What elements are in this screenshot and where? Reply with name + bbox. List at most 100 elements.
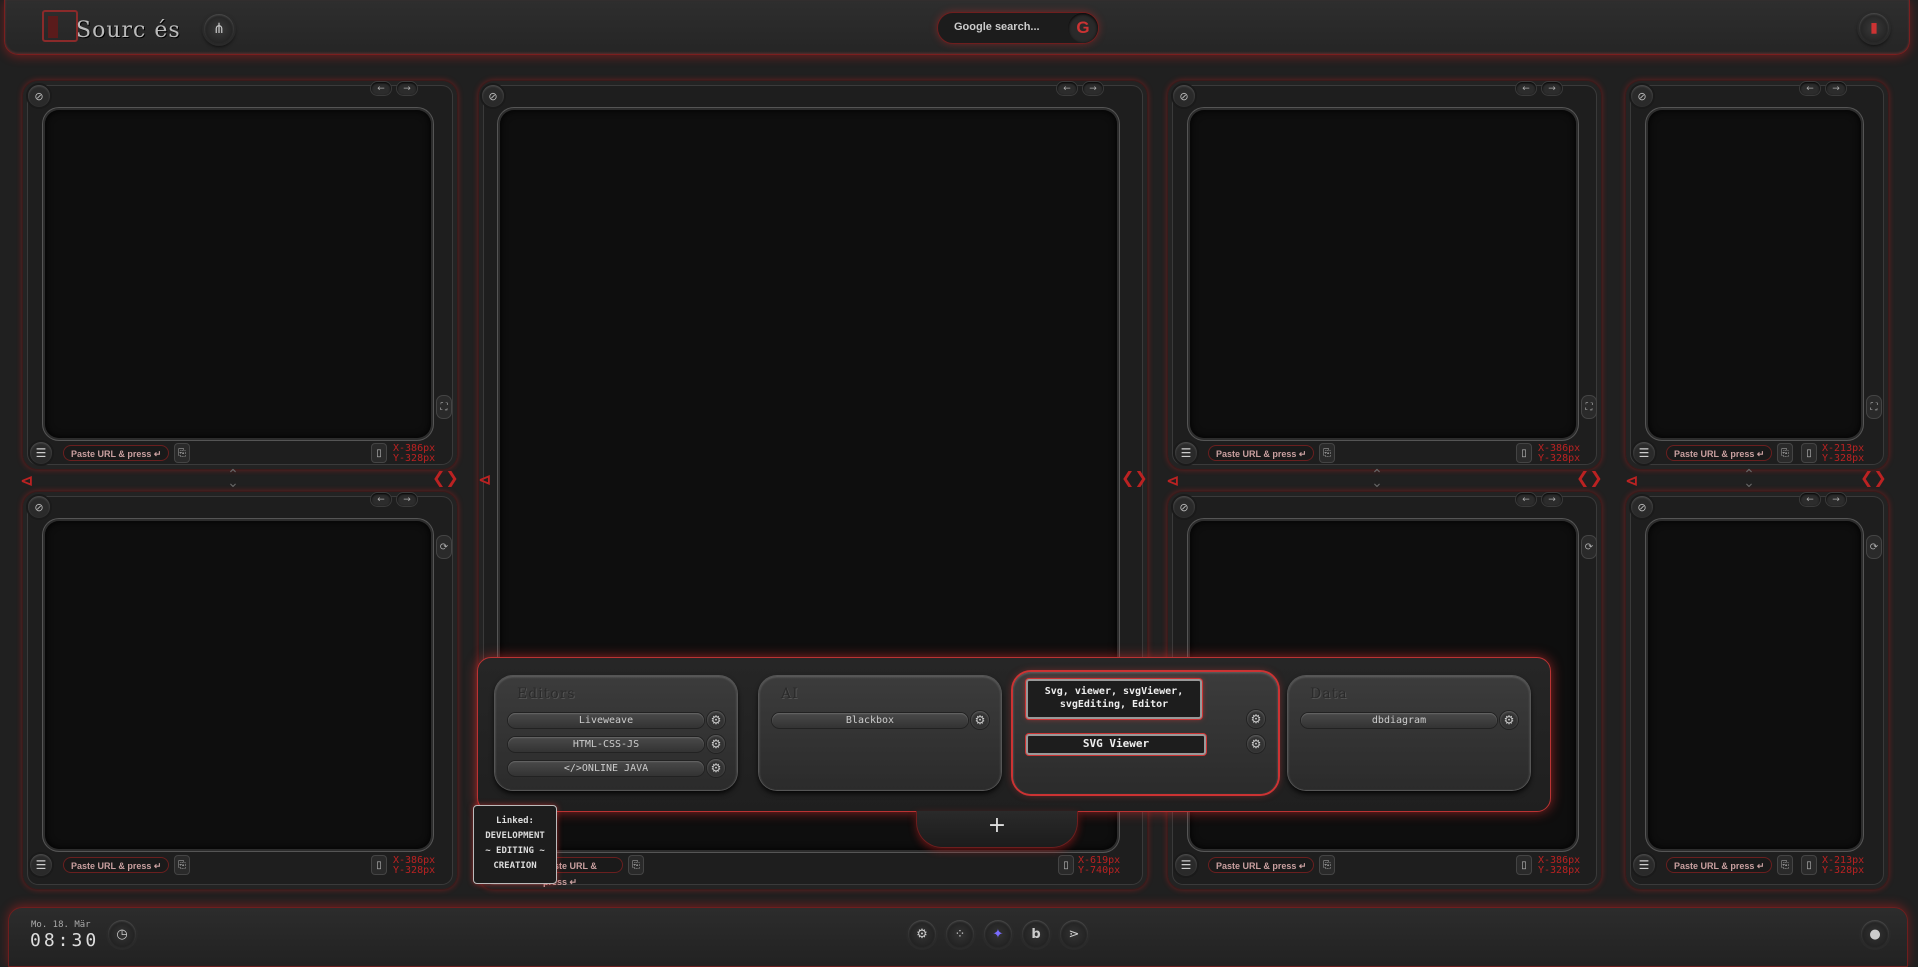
url-input[interactable]: Paste URL & press ↵	[1208, 445, 1315, 461]
panel-screen[interactable]	[1190, 110, 1576, 438]
panel-screen[interactable]	[45, 521, 431, 849]
eye-slash-icon[interactable]: ⊘	[1631, 85, 1653, 107]
clipboard-icon[interactable]: ⎘	[175, 856, 189, 874]
collapse-left-icon[interactable]: ⊲	[20, 471, 33, 490]
bookmark-slot-icon[interactable]: ▯	[1059, 856, 1073, 874]
gear-icon[interactable]: ⚙	[1247, 710, 1265, 728]
gemini-sparkle-icon[interactable]: ✦	[984, 920, 1012, 948]
eye-slash-icon[interactable]: ⊘	[28, 85, 50, 107]
menu-icon[interactable]: ☰	[1175, 854, 1197, 876]
back-icon[interactable]: ←	[1516, 82, 1536, 95]
bookmark-slot-icon[interactable]: ▯	[1517, 856, 1531, 874]
back-icon[interactable]: ←	[371, 493, 391, 506]
panel-screen[interactable]	[1648, 110, 1861, 438]
bookmark-slot-icon[interactable]: ▯	[1517, 444, 1531, 462]
search-input[interactable]	[952, 20, 1064, 34]
link-blackbox[interactable]: Blackbox	[772, 713, 968, 728]
bookmark-slot-icon[interactable]: ▯	[372, 444, 386, 462]
refresh-icon[interactable]: ⟳	[1582, 536, 1596, 558]
bing-icon[interactable]: b	[1022, 920, 1050, 948]
refresh-icon[interactable]: ⟳	[437, 536, 451, 558]
link-svg-viewer[interactable]: SVG Viewer	[1026, 734, 1206, 755]
coords-readout: X-386px Y-328px	[1538, 855, 1581, 876]
menu-icon[interactable]: ☰	[1175, 442, 1197, 464]
back-icon[interactable]: ←	[1800, 82, 1820, 95]
brand-title: Sourc és	[76, 18, 181, 43]
collapse-left-icon[interactable]: ⊲	[1625, 471, 1638, 490]
menu-icon[interactable]: ☰	[30, 442, 52, 464]
eye-slash-icon[interactable]: ⊘	[482, 85, 504, 107]
resize-vertical-icon[interactable]: ⌃ ⌄	[1734, 468, 1764, 490]
add-bookmark-button[interactable]: +	[916, 811, 1078, 848]
panel-screen[interactable]	[45, 110, 431, 438]
resize-vertical-icon[interactable]: ⌃ ⌄	[218, 468, 248, 490]
link-html-css-js[interactable]: HTML-CSS-JS	[508, 737, 704, 752]
refresh-icon[interactable]: ⟳	[1867, 536, 1881, 558]
bookmark-slot-icon[interactable]: ▯	[372, 856, 386, 874]
clipboard-icon[interactable]: ⎘	[1778, 444, 1792, 462]
clipboard-icon[interactable]: ⎘	[1320, 856, 1334, 874]
bookmark-icon[interactable]: ▮	[1859, 13, 1889, 43]
forward-icon[interactable]: →	[1083, 82, 1103, 95]
resize-horizontal-icon[interactable]: ❮❯	[1121, 468, 1148, 487]
forward-icon[interactable]: →	[397, 493, 417, 506]
resize-horizontal-icon[interactable]: ❮❯	[432, 468, 459, 487]
panel-screen[interactable]	[1648, 521, 1861, 849]
gear-icon[interactable]: ⚙	[971, 711, 989, 729]
bookmark-slot-icon[interactable]: ▯	[1802, 856, 1816, 874]
collapse-left-icon[interactable]: ⊲	[478, 470, 491, 489]
clipboard-icon[interactable]: ⎘	[1320, 444, 1334, 462]
url-input[interactable]: Paste URL & press ↵	[1666, 445, 1773, 461]
eye-slash-icon[interactable]: ⊘	[28, 496, 50, 518]
forward-icon[interactable]: →	[1826, 493, 1846, 506]
collapse-left-icon[interactable]: ⊲	[1166, 471, 1179, 490]
back-icon[interactable]: ←	[1516, 493, 1536, 506]
resize-vertical-icon[interactable]: ⌃ ⌄	[1362, 468, 1392, 490]
back-icon[interactable]: ←	[1800, 493, 1820, 506]
menu-icon[interactable]: ☰	[1633, 442, 1655, 464]
nav-arrows: ← →	[1800, 82, 1846, 95]
link-liveweave[interactable]: Liveweave	[508, 713, 704, 728]
eye-slash-icon[interactable]: ⊘	[1173, 496, 1195, 518]
share-node-icon[interactable]: ⋗	[1060, 920, 1088, 948]
menu-icon[interactable]: ☰	[30, 854, 52, 876]
bookmark-slot-icon[interactable]: ▯	[1802, 444, 1816, 462]
gear-icon[interactable]: ⚙	[707, 759, 725, 777]
forward-icon[interactable]: →	[1826, 82, 1846, 95]
expand-icon[interactable]: ⛶	[1867, 396, 1881, 418]
clipboard-icon[interactable]: ⎘	[175, 444, 189, 462]
linked-tooltip: Linked: DEVELOPMENT ~ EDITING ~ CREATION	[473, 805, 557, 884]
github-icon[interactable]: ●	[1861, 920, 1889, 948]
expand-icon[interactable]: ⛶	[1582, 396, 1596, 418]
link-dbdiagram[interactable]: dbdiagram	[1301, 713, 1497, 728]
clipboard-icon[interactable]: ⎘	[1778, 856, 1792, 874]
url-input[interactable]: Paste URL & press ↵	[63, 857, 170, 873]
gear-icon[interactable]: ⚙	[707, 711, 725, 729]
forward-icon[interactable]: →	[1542, 82, 1562, 95]
back-icon[interactable]: ←	[371, 82, 391, 95]
expand-icon[interactable]: ⛶	[437, 396, 451, 418]
menu-icon[interactable]: ☰	[1633, 854, 1655, 876]
forward-icon[interactable]: →	[1542, 493, 1562, 506]
clipboard-icon[interactable]: ⎘	[629, 856, 643, 874]
url-input[interactable]: Paste URL & press ↵	[1208, 857, 1315, 873]
sitemap-icon[interactable]: ⋔	[204, 14, 234, 44]
eye-slash-icon[interactable]: ⊘	[1173, 85, 1195, 107]
openai-icon[interactable]: ⚙	[908, 920, 936, 948]
forward-icon[interactable]: →	[397, 82, 417, 95]
resize-horizontal-icon[interactable]: ❮❯	[1576, 468, 1603, 487]
resize-horizontal-icon[interactable]: ❮❯	[1860, 468, 1887, 487]
eye-slash-icon[interactable]: ⊘	[1631, 496, 1653, 518]
timer-icon[interactable]: ◷	[108, 920, 136, 948]
back-icon[interactable]: ←	[1057, 82, 1077, 95]
link-online-java[interactable]: </>ONLINE JAVA	[508, 761, 704, 776]
grid-dots-icon[interactable]: ⁘	[946, 920, 974, 948]
google-search-button[interactable]: G	[1068, 13, 1098, 43]
url-input[interactable]: Paste URL & press ↵	[63, 445, 170, 461]
gear-icon[interactable]: ⚙	[707, 735, 725, 753]
nav-arrows: ← →	[1516, 82, 1562, 95]
gear-icon[interactable]: ⚙	[1247, 735, 1265, 753]
coords-readout: X-386px Y-328px	[1538, 443, 1581, 464]
gear-icon[interactable]: ⚙	[1500, 711, 1518, 729]
url-input[interactable]: Paste URL & press ↵	[1666, 857, 1773, 873]
